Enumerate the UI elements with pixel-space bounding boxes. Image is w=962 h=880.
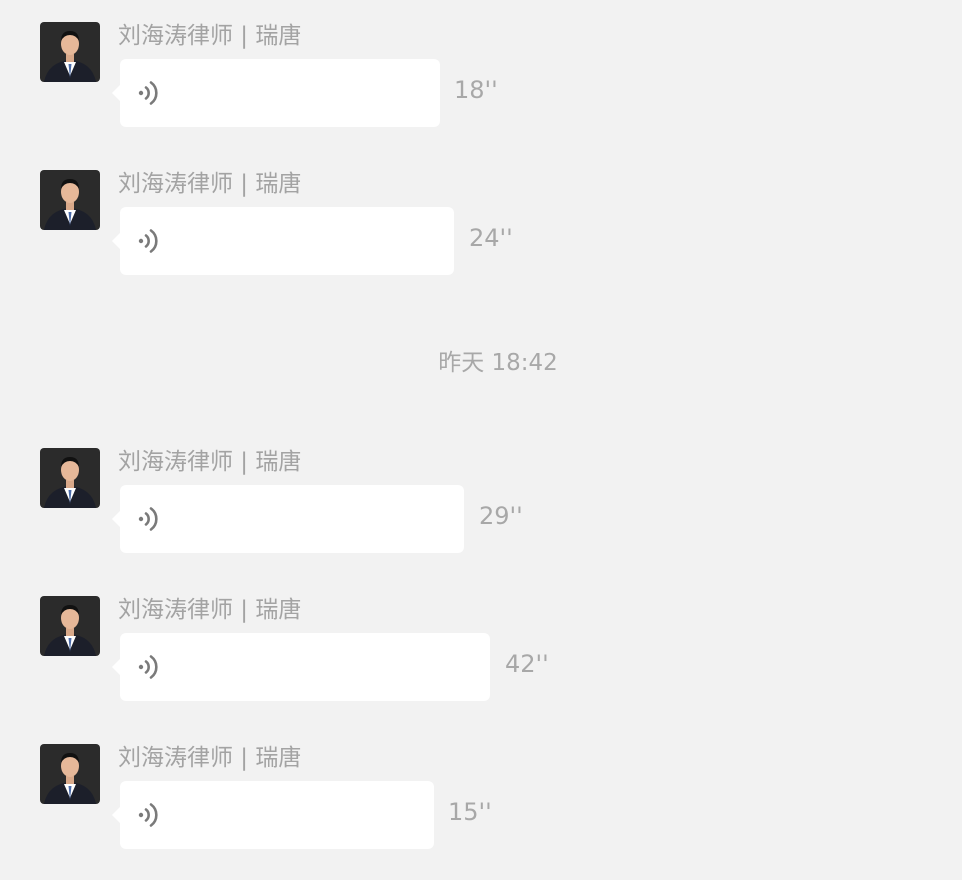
voice-wave-icon	[138, 507, 158, 531]
voice-duration: 18''	[454, 76, 498, 104]
voice-message: 刘海涛律师 | 瑞唐 15''	[0, 744, 962, 854]
voice-message: 刘海涛律师 | 瑞唐 18''	[0, 22, 962, 132]
avatar[interactable]	[40, 596, 100, 656]
avatar-image	[40, 596, 100, 656]
voice-bubble[interactable]	[112, 59, 440, 127]
voice-wave-icon	[138, 803, 158, 827]
avatar-image	[40, 448, 100, 508]
sender-name: 刘海涛律师 | 瑞唐	[118, 23, 302, 49]
voice-bubble[interactable]	[112, 633, 490, 701]
timestamp-divider: 昨天 18:42	[438, 350, 558, 376]
chat-thread: 刘海涛律师 | 瑞唐 18'' 刘海涛律师 | 瑞唐 24'' 昨天 18:42…	[0, 0, 962, 880]
voice-duration: 15''	[448, 798, 492, 826]
voice-bubble[interactable]	[112, 781, 434, 849]
voice-bubble[interactable]	[112, 485, 464, 553]
sender-name: 刘海涛律师 | 瑞唐	[118, 745, 302, 771]
voice-message: 刘海涛律师 | 瑞唐 24''	[0, 170, 962, 280]
voice-wave-icon	[138, 229, 158, 253]
sender-name: 刘海涛律师 | 瑞唐	[118, 597, 302, 623]
voice-duration: 24''	[469, 224, 513, 252]
voice-message: 刘海涛律师 | 瑞唐 29''	[0, 448, 962, 558]
avatar-image	[40, 22, 100, 82]
avatar[interactable]	[40, 744, 100, 804]
avatar[interactable]	[40, 170, 100, 230]
avatar-image	[40, 744, 100, 804]
avatar-image	[40, 170, 100, 230]
voice-wave-icon	[138, 81, 158, 105]
voice-wave-icon	[138, 655, 158, 679]
avatar[interactable]	[40, 448, 100, 508]
voice-duration: 42''	[505, 650, 549, 678]
voice-message: 刘海涛律师 | 瑞唐 42''	[0, 596, 962, 706]
voice-bubble[interactable]	[112, 207, 454, 275]
avatar[interactable]	[40, 22, 100, 82]
sender-name: 刘海涛律师 | 瑞唐	[118, 449, 302, 475]
sender-name: 刘海涛律师 | 瑞唐	[118, 171, 302, 197]
voice-duration: 29''	[479, 502, 523, 530]
